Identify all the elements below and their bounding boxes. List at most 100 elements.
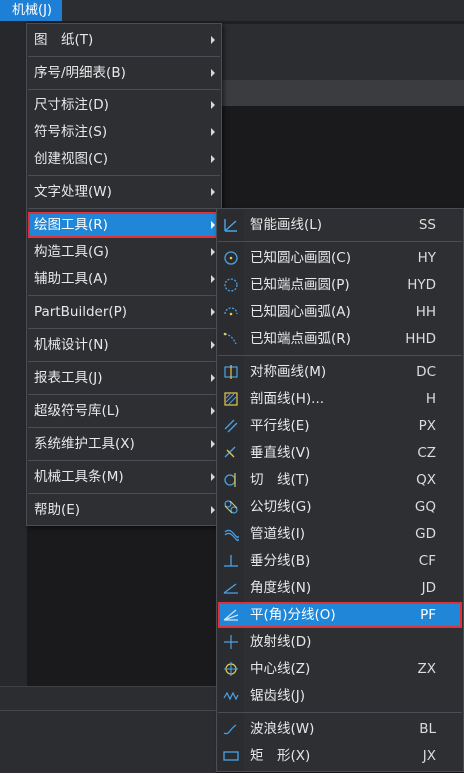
menu-item-help[interactable]: 帮助(E) bbox=[28, 497, 220, 523]
menu-item-shortcut: PF bbox=[420, 607, 436, 623]
ray-line-icon bbox=[224, 635, 238, 649]
circle-center-icon bbox=[224, 251, 238, 265]
menu-item-label: 图 纸(T) bbox=[34, 32, 94, 48]
circle-endpoint-icon bbox=[224, 278, 238, 292]
menu-separator bbox=[28, 427, 220, 428]
menu-item-aux-tools[interactable]: 辅助工具(A) bbox=[28, 266, 220, 292]
menu-separator bbox=[28, 460, 220, 461]
menu-item-dimension[interactable]: 尺寸标注(D) bbox=[28, 92, 220, 118]
menu-separator bbox=[218, 712, 462, 713]
drawing-area-header bbox=[222, 24, 464, 80]
menubar-item-jixie[interactable]: 机械(J) bbox=[0, 0, 62, 21]
menu-item-shortcut: GD bbox=[415, 526, 436, 542]
menu-item-label: 波浪线(W) bbox=[250, 721, 315, 737]
symmetric-line-icon bbox=[224, 365, 238, 379]
menu-item-create-view[interactable]: 创建视图(C) bbox=[28, 146, 220, 172]
menu-item-shortcut: BL bbox=[419, 721, 436, 737]
submenu-item-zigzag-line[interactable]: 锯齿线(J) bbox=[218, 683, 462, 709]
menu-item-label: 矩 形(X) bbox=[250, 748, 311, 764]
menu-item-label: 已知圆心画弧(A) bbox=[250, 304, 351, 320]
submenu-arrow-icon bbox=[211, 407, 215, 415]
menu-item-toolbar[interactable]: 机械工具条(M) bbox=[28, 464, 220, 490]
menu-separator bbox=[28, 89, 220, 90]
menu-item-label: 锯齿线(J) bbox=[250, 688, 306, 704]
menu-item-report-tools[interactable]: 报表工具(J) bbox=[28, 365, 220, 391]
drawing-tabs bbox=[222, 80, 464, 106]
submenu-item-center-line[interactable]: 中心线(Z) ZX bbox=[218, 656, 462, 682]
menu-item-text[interactable]: 文字处理(W) bbox=[28, 179, 220, 205]
menu-item-construct-tools[interactable]: 构造工具(G) bbox=[28, 239, 220, 265]
submenu-item-angle-bisector[interactable]: 平(角)分线(O) PF bbox=[218, 602, 462, 628]
submenu-item-parallel-line[interactable]: 平行线(E) PX bbox=[218, 413, 462, 439]
submenu-arrow-icon bbox=[211, 275, 215, 283]
menu-item-label: 系统维护工具(X) bbox=[34, 436, 135, 452]
submenu-arrow-icon bbox=[211, 248, 215, 256]
submenu-arrow-icon bbox=[211, 101, 215, 109]
menu-item-shortcut: HH bbox=[415, 304, 436, 320]
submenu-item-arc-center[interactable]: 已知圆心画弧(A) HH bbox=[218, 299, 462, 325]
submenu-item-symmetric-line[interactable]: 对称画线(M) DC bbox=[218, 359, 462, 385]
submenu-arrow-icon bbox=[211, 473, 215, 481]
submenu-arrow-icon bbox=[211, 440, 215, 448]
submenu-item-circle-center[interactable]: 已知圆心画圆(C) HY bbox=[218, 245, 462, 271]
menu-item-label: 已知端点画弧(R) bbox=[250, 331, 351, 347]
menu-item-label: 机械工具条(M) bbox=[34, 469, 124, 485]
wave-line-icon bbox=[223, 724, 237, 735]
menu-item-label: PartBuilder(P) bbox=[34, 304, 128, 320]
menu-item-label: 文字处理(W) bbox=[34, 184, 112, 200]
tangent-line-icon bbox=[224, 473, 236, 487]
side-toolbar bbox=[0, 21, 27, 772]
submenu-arrow-icon bbox=[211, 341, 215, 349]
menu-item-symbol[interactable]: 符号标注(S) bbox=[28, 119, 220, 145]
menu-item-label: 帮助(E) bbox=[34, 502, 81, 518]
menu-item-label: 辅助工具(A) bbox=[34, 271, 108, 287]
mechanical-menu: 图 纸(T) 序号/明细表(B) 尺寸标注(D) 符号标注(S) 创建视图(C)… bbox=[26, 23, 222, 526]
menu-item-shortcut: HYD bbox=[407, 277, 436, 293]
menu-item-label: 序号/明细表(B) bbox=[34, 65, 126, 81]
menu-item-shortcut: HY bbox=[417, 250, 436, 266]
menu-separator bbox=[28, 328, 220, 329]
submenu-item-ray-line[interactable]: 放射线(D) bbox=[218, 629, 462, 655]
submenu-item-wave-line[interactable]: 波浪线(W) BL bbox=[218, 716, 462, 742]
menu-item-bom[interactable]: 序号/明细表(B) bbox=[28, 60, 220, 86]
submenu-item-smart-line[interactable]: 智能画线(L) SS bbox=[218, 212, 462, 238]
submenu-item-arc-endpoint[interactable]: 已知端点画弧(R) HHD bbox=[218, 326, 462, 352]
submenu-item-rectangle[interactable]: 矩 形(X) JX bbox=[218, 743, 462, 769]
submenu-item-common-tangent[interactable]: 公切线(G) GQ bbox=[218, 494, 462, 520]
submenu-item-circle-endpoint[interactable]: 已知端点画圆(P) HYD bbox=[218, 272, 462, 298]
menu-item-shortcut: PX bbox=[418, 418, 436, 434]
menu-separator bbox=[28, 493, 220, 494]
menu-item-draw-tools[interactable]: 绘图工具(R) bbox=[28, 212, 220, 238]
perpendicular-bisector-icon bbox=[224, 555, 238, 567]
menu-item-label: 剖面线(H)... bbox=[250, 391, 325, 407]
submenu-item-tangent-line[interactable]: 切 线(T) QX bbox=[218, 467, 462, 493]
draw-tools-submenu: 智能画线(L) SS 已知圆心画圆(C) HY 已知端点画圆(P) HYD 已知… bbox=[216, 208, 464, 772]
menu-item-shortcut: JD bbox=[421, 580, 436, 596]
menu-item-partbuilder[interactable]: PartBuilder(P) bbox=[28, 299, 220, 325]
menu-separator bbox=[28, 175, 220, 176]
menu-item-label: 切 线(T) bbox=[250, 472, 310, 488]
submenu-arrow-icon bbox=[211, 506, 215, 514]
menu-item-symbol-library[interactable]: 超级符号库(L) bbox=[28, 398, 220, 424]
submenu-item-pipe-line[interactable]: 管道线(I) GD bbox=[218, 521, 462, 547]
submenu-arrow-icon bbox=[211, 128, 215, 136]
zigzag-line-icon bbox=[223, 691, 239, 701]
menu-item-shortcut: ZX bbox=[417, 661, 437, 677]
menu-separator bbox=[28, 394, 220, 395]
menu-item-label: 机械设计(N) bbox=[34, 337, 109, 353]
menu-item-mech-design[interactable]: 机械设计(N) bbox=[28, 332, 220, 358]
menu-item-label: 报表工具(J) bbox=[34, 370, 103, 386]
submenu-item-hatch[interactable]: 剖面线(H)... H bbox=[218, 386, 462, 412]
menu-item-label: 智能画线(L) bbox=[250, 217, 323, 233]
submenu-item-perpendicular-line[interactable]: 垂直线(V) CZ bbox=[218, 440, 462, 466]
menu-separator bbox=[28, 56, 220, 57]
menu-item-drawing[interactable]: 图 纸(T) bbox=[28, 27, 220, 53]
command-line-divider bbox=[0, 710, 216, 711]
menu-item-system-maintenance[interactable]: 系统维护工具(X) bbox=[28, 431, 220, 457]
submenu-item-perpendicular-bisector[interactable]: 垂分线(B) CF bbox=[218, 548, 462, 574]
submenu-item-angle-line[interactable]: 角度线(N) JD bbox=[218, 575, 462, 601]
arc-center-icon bbox=[224, 307, 238, 316]
submenu-arrow-icon bbox=[211, 36, 215, 44]
menu-item-shortcut: SS bbox=[418, 217, 436, 233]
menu-item-shortcut: QX bbox=[416, 472, 436, 488]
